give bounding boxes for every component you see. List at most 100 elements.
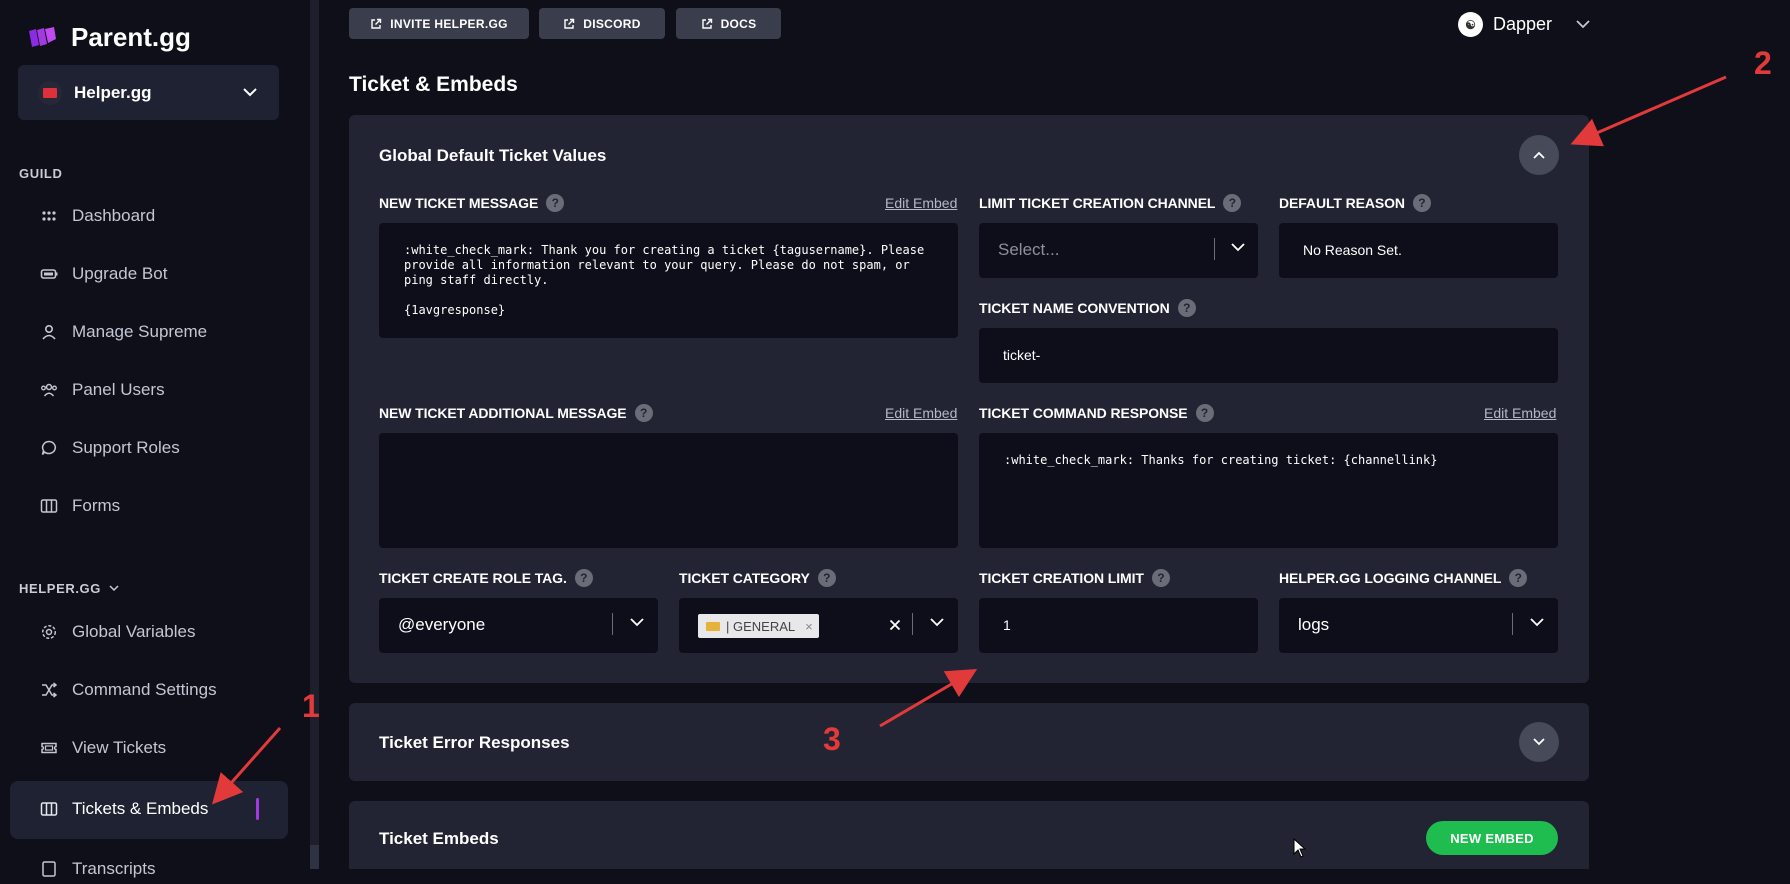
command-response-label-text: TICKET COMMAND RESPONSE: [979, 405, 1188, 421]
sidebar-item-view-tickets[interactable]: View Tickets: [40, 733, 166, 763]
name-convention-input[interactable]: ticket-: [979, 328, 1558, 383]
parent-logo-icon: [29, 26, 56, 47]
docs-button[interactable]: DOCS: [676, 8, 781, 39]
limit-channel-select[interactable]: Select...: [979, 223, 1258, 278]
page-title: Ticket & Embeds: [349, 73, 518, 96]
additional-edit-embed-link[interactable]: Edit Embed: [885, 405, 957, 421]
name-convention-value: ticket-: [1003, 347, 1041, 363]
user-menu[interactable]: ☯ Dapper: [1458, 12, 1590, 37]
chevron-down-icon: [1533, 738, 1545, 746]
creation-limit-label-text: TICKET CREATION LIMIT: [979, 570, 1144, 586]
creation-limit-label: TICKET CREATION LIMIT ?: [979, 569, 1170, 587]
discord-button[interactable]: DISCORD: [539, 8, 665, 39]
sidebar-item-label: Manage Supreme: [72, 322, 208, 341]
command-response-label: TICKET COMMAND RESPONSE ?: [979, 404, 1214, 422]
chevron-down-icon: [1231, 243, 1245, 252]
sidebar-item-label: Panel Users: [72, 380, 165, 399]
sidebar-item-manage-supreme[interactable]: Manage Supreme: [40, 317, 207, 347]
creation-limit-value: 1: [1003, 617, 1011, 633]
external-link-icon: [371, 18, 382, 29]
help-icon[interactable]: ?: [1412, 194, 1431, 212]
sidebar-scrollbar-thumb[interactable]: [310, 845, 319, 869]
name-convention-label-text: TICKET NAME CONVENTION: [979, 300, 1170, 316]
help-icon[interactable]: ?: [574, 569, 593, 587]
sidebar-item-label: View Tickets: [72, 738, 167, 757]
new-ticket-message-value: :white_check_mark: Thank you for creatin…: [404, 243, 925, 317]
chevron-down-icon: [1530, 618, 1544, 627]
tag-remove-icon[interactable]: ×: [805, 619, 813, 634]
additional-message-textarea[interactable]: [379, 433, 958, 548]
help-icon[interactable]: ?: [546, 194, 565, 212]
role-tag-select[interactable]: @everyone: [379, 598, 658, 653]
creation-limit-input[interactable]: 1: [979, 598, 1258, 653]
category-tag-label: | GENERAL: [726, 618, 796, 634]
select-divider: [912, 613, 913, 635]
help-icon[interactable]: ?: [1177, 299, 1196, 317]
additional-message-label-text: NEW TICKET ADDITIONAL MESSAGE: [379, 405, 627, 421]
sidebar-item-forms[interactable]: Forms: [40, 491, 120, 521]
sidebar-item-label: Tickets & Embeds: [72, 799, 209, 818]
new-embed-button[interactable]: NEW EMBED: [1426, 821, 1558, 855]
sidebar-item-support-roles[interactable]: Support Roles: [40, 433, 180, 463]
help-icon[interactable]: ?: [634, 404, 653, 422]
ticket-icon: [41, 742, 57, 754]
category-select[interactable]: | GENERAL ×: [679, 598, 958, 653]
error-responses-panel[interactable]: Ticket Error Responses: [349, 703, 1589, 781]
default-reason-label-text: DEFAULT REASON: [1279, 195, 1405, 211]
sidebar-item-transcripts[interactable]: Transcripts: [40, 854, 155, 884]
chevron-down-icon: [109, 585, 119, 592]
sidebar-item-command-settings[interactable]: Command Settings: [40, 675, 217, 705]
chevron-down-icon: [243, 88, 257, 97]
annotation-arrow-2: [1570, 75, 1727, 147]
sidebar-item-dashboard[interactable]: Dashboard: [40, 201, 155, 231]
new-ticket-message-textarea[interactable]: :white_check_mark: Thank you for creatin…: [379, 223, 958, 338]
new-ticket-edit-embed-link[interactable]: Edit Embed: [885, 195, 957, 211]
invite-helper-label: INVITE HELPER.GG: [390, 16, 508, 31]
docs-label: DOCS: [720, 16, 757, 31]
file-icon: [42, 861, 56, 877]
select-divider: [612, 613, 613, 635]
help-icon[interactable]: ?: [1195, 404, 1214, 422]
section-label-helper[interactable]: HELPER.GG: [19, 581, 119, 596]
collapse-button[interactable]: [1519, 135, 1559, 175]
help-icon[interactable]: ?: [817, 569, 836, 587]
sidebar-scrollbar[interactable]: [310, 0, 319, 869]
guild-selector[interactable]: Helper.gg: [18, 65, 279, 120]
expand-button[interactable]: [1519, 722, 1559, 762]
clear-icon[interactable]: [889, 619, 901, 631]
command-response-textarea[interactable]: :white_check_mark: Thanks for creating t…: [979, 433, 1558, 548]
invite-helper-button[interactable]: INVITE HELPER.GG: [349, 8, 529, 39]
chevron-down-icon: [630, 618, 644, 627]
active-indicator: [256, 798, 259, 820]
sidebar-item-upgrade-bot[interactable]: Upgrade Bot: [40, 259, 167, 289]
logging-channel-select[interactable]: logs: [1279, 598, 1558, 653]
annotation-number-1: 1: [302, 688, 320, 724]
chevron-down-icon: [1576, 20, 1590, 29]
command-response-edit-embed-link[interactable]: Edit Embed: [1484, 405, 1556, 421]
battery-icon: [40, 269, 58, 279]
brand-name: Parent.gg: [71, 22, 191, 52]
name-convention-label: TICKET NAME CONVENTION ?: [979, 299, 1196, 317]
sidebar-item-panel-users[interactable]: Panel Users: [40, 375, 165, 405]
sidebar-item-global-variables[interactable]: Global Variables: [40, 617, 195, 647]
global-defaults-title: Global Default Ticket Values: [379, 146, 607, 165]
sidebar-item-label: Command Settings: [72, 680, 217, 699]
brand[interactable]: Parent.gg: [27, 22, 191, 53]
sidebar-item-label: Transcripts: [72, 859, 156, 878]
user-avatar-icon: ☯: [1458, 12, 1483, 37]
category-tag[interactable]: | GENERAL ×: [698, 614, 819, 638]
select-divider: [1512, 613, 1513, 635]
help-icon[interactable]: ?: [1151, 569, 1170, 587]
users-icon: [41, 383, 57, 397]
role-tag-value: @everyone: [398, 615, 486, 634]
role-tag-label-text: TICKET CREATE ROLE TAG.: [379, 570, 567, 586]
error-responses-title: Ticket Error Responses: [379, 733, 570, 752]
section-label-helper-text: HELPER.GG: [19, 581, 101, 596]
sidebar-item-tickets-embeds[interactable]: Tickets & Embeds: [40, 794, 208, 824]
new-ticket-message-label-text: NEW TICKET MESSAGE: [379, 195, 539, 211]
help-icon[interactable]: ?: [1223, 194, 1242, 212]
default-reason-input[interactable]: No Reason Set.: [1279, 223, 1558, 278]
limit-channel-label-text: LIMIT TICKET CREATION CHANNEL: [979, 195, 1216, 211]
limit-channel-placeholder: Select...: [998, 240, 1060, 259]
help-icon[interactable]: ?: [1509, 569, 1528, 587]
